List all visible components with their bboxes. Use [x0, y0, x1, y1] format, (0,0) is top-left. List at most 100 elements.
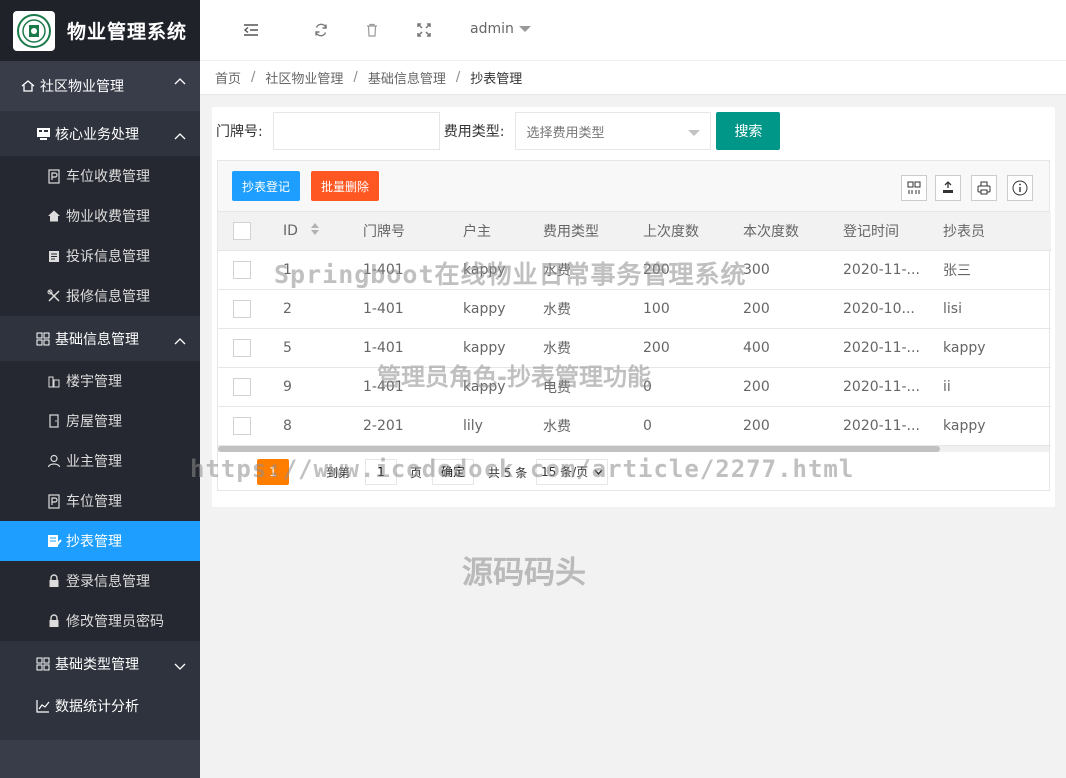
trash-icon[interactable]: [363, 21, 381, 39]
info-icon[interactable]: [1007, 175, 1033, 201]
fullscreen-icon[interactable]: [415, 21, 433, 39]
columns-icon[interactable]: [901, 175, 927, 201]
row-select-cell: [218, 406, 268, 446]
sidebar-item-complaint[interactable]: 投诉信息管理: [0, 236, 200, 276]
sidebar-item-label: 登录信息管理: [66, 574, 150, 590]
column-header: 户主: [448, 212, 528, 251]
sidebar: 物业管理系统 社区物业管理 核心业务处理 车位收费管理 物业收费管理 投诉信息管…: [0, 0, 200, 778]
sidebar-item-property-fee[interactable]: 物业收费管理: [0, 196, 200, 236]
cell-current-reading: 200: [728, 289, 828, 329]
edit-icon: [46, 533, 62, 549]
grid-icon: [35, 656, 51, 672]
sidebar-item-repair[interactable]: 报修信息管理: [0, 276, 200, 316]
row-checkbox[interactable]: [233, 299, 251, 318]
monitor-icon: [35, 126, 51, 142]
sidebar-item-building[interactable]: 楼宇管理: [0, 361, 200, 401]
cell-reader: ii: [928, 367, 1051, 407]
user-menu[interactable]: admin: [470, 21, 531, 37]
row-checkbox[interactable]: [233, 416, 251, 435]
nav-group-community[interactable]: 社区物业管理: [0, 61, 200, 111]
fee-type-select[interactable]: 选择费用类型: [515, 112, 712, 150]
page-confirm-button[interactable]: 确定: [432, 458, 475, 485]
breadcrumb-separator: /: [353, 70, 358, 85]
sidebar-footer: [0, 740, 200, 778]
page-current[interactable]: 1: [257, 458, 289, 485]
cell-last-reading: 200: [628, 250, 728, 290]
table-row[interactable]: 9 1-401 kappy 电费 0 200 2020-11-... ii: [218, 367, 1051, 407]
row-checkbox[interactable]: [233, 377, 251, 396]
sidebar-item-owner[interactable]: 业主管理: [0, 441, 200, 481]
sidebar-item-change-password[interactable]: 修改管理员密码: [0, 601, 200, 641]
column-header-label: ID: [283, 222, 298, 239]
cell-id: 8: [268, 406, 348, 446]
lock-icon: [46, 613, 62, 629]
page-size-select[interactable]: 15 条/页: [536, 458, 609, 485]
parking-icon: [46, 168, 62, 184]
batch-delete-button[interactable]: 批量删除: [311, 171, 380, 201]
sidebar-item-house[interactable]: 房屋管理: [0, 401, 200, 441]
nav-group-label: 社区物业管理: [40, 79, 124, 95]
sidebar-item-meter-reading[interactable]: 抄表管理: [0, 521, 200, 561]
nav-group-basic-types[interactable]: 基础类型管理: [0, 641, 200, 686]
cell-last-reading: 0: [628, 406, 728, 446]
menu-fold-icon[interactable]: [242, 21, 260, 39]
table-row[interactable]: 1 1-401 kappy 水费 200 300 2020-11-... 张三: [218, 250, 1051, 290]
topbar: admin: [200, 0, 1066, 61]
cell-reg-time: 2020-10...: [828, 289, 928, 329]
search-button[interactable]: 搜索: [716, 112, 781, 150]
sidebar-item-label: 业主管理: [66, 454, 122, 470]
door-number-label: 门牌号:: [216, 124, 263, 140]
row-checkbox[interactable]: [233, 260, 251, 279]
table-row[interactable]: 8 2-201 lily 水费 0 200 2020-11-... kappy: [218, 406, 1051, 446]
sidebar-item-statistics[interactable]: 数据统计分析: [0, 686, 200, 726]
row-select-cell: [218, 367, 268, 407]
sidebar-item-label: 投诉信息管理: [66, 249, 150, 265]
line-chart-icon: [35, 698, 51, 714]
column-header: 抄表员: [928, 212, 1051, 251]
home-icon: [20, 78, 36, 94]
total-count: 共 5 条: [488, 465, 528, 480]
chevron-down-icon: [174, 659, 186, 675]
refresh-icon[interactable]: [312, 21, 330, 39]
breadcrumb: 首页 / 社区物业管理 / 基础信息管理 / 抄表管理: [200, 61, 1066, 95]
chevron-up-icon: [174, 333, 186, 349]
cell-owner: kappy: [448, 289, 528, 329]
door-number-input[interactable]: [272, 112, 440, 150]
nav-group-basic-info[interactable]: 基础信息管理: [0, 316, 200, 361]
sidebar-item-parking-fee[interactable]: 车位收费管理: [0, 156, 200, 196]
cell-fee-type: 水费: [528, 328, 628, 368]
nav-group-label: 基础信息管理: [55, 331, 139, 348]
data-table: 抄表登记 批量删除 ID 门牌号 户主 费用类型 上次度数 本次度数 登记时间 …: [217, 160, 1051, 491]
sidebar-item-label: 数据统计分析: [55, 699, 139, 715]
breadcrumb-home[interactable]: 首页: [215, 68, 241, 87]
column-header: 登记时间: [828, 212, 928, 251]
cell-fee-type: 水费: [528, 250, 628, 290]
nav-group-core[interactable]: 核心业务处理: [0, 111, 200, 156]
cell-current-reading: 200: [728, 406, 828, 446]
cell-door: 1-401: [348, 250, 448, 290]
sidebar-menu: 社区物业管理 核心业务处理 车位收费管理 物业收费管理 投诉信息管理 报修信息管…: [0, 61, 200, 726]
grid-icon: [35, 331, 51, 347]
sort-icon[interactable]: [310, 222, 320, 240]
nav-group-label: 核心业务处理: [55, 126, 139, 143]
breadcrumb-basic-info[interactable]: 基础信息管理: [368, 68, 446, 87]
add-meter-reading-button[interactable]: 抄表登记: [232, 171, 301, 201]
column-header[interactable]: ID: [268, 212, 348, 251]
export-icon[interactable]: [935, 175, 961, 201]
table-row[interactable]: 2 1-401 kappy 水费 100 200 2020-10... lisi: [218, 289, 1051, 329]
breadcrumb-community[interactable]: 社区物业管理: [265, 68, 343, 87]
cell-reg-time: 2020-11-...: [828, 328, 928, 368]
cell-door: 2-201: [348, 406, 448, 446]
document-icon: [46, 248, 62, 264]
cell-reader: lisi: [928, 289, 1051, 329]
sidebar-item-parking[interactable]: 车位管理: [0, 481, 200, 521]
meter-table: ID 门牌号 户主 费用类型 上次度数 本次度数 登记时间 抄表员 1 1-40…: [218, 212, 1051, 446]
page-input[interactable]: [365, 458, 397, 485]
print-icon[interactable]: [971, 175, 997, 201]
row-checkbox[interactable]: [233, 338, 251, 357]
sidebar-item-login-info[interactable]: 登录信息管理: [0, 561, 200, 601]
select-all-checkbox[interactable]: [233, 221, 251, 240]
cell-reg-time: 2020-11-...: [828, 367, 928, 407]
table-row[interactable]: 5 1-401 kappy 水费 200 400 2020-11-... kap…: [218, 328, 1051, 368]
search-bar: 门牌号: 费用类型: 选择费用类型 搜索: [216, 112, 781, 150]
